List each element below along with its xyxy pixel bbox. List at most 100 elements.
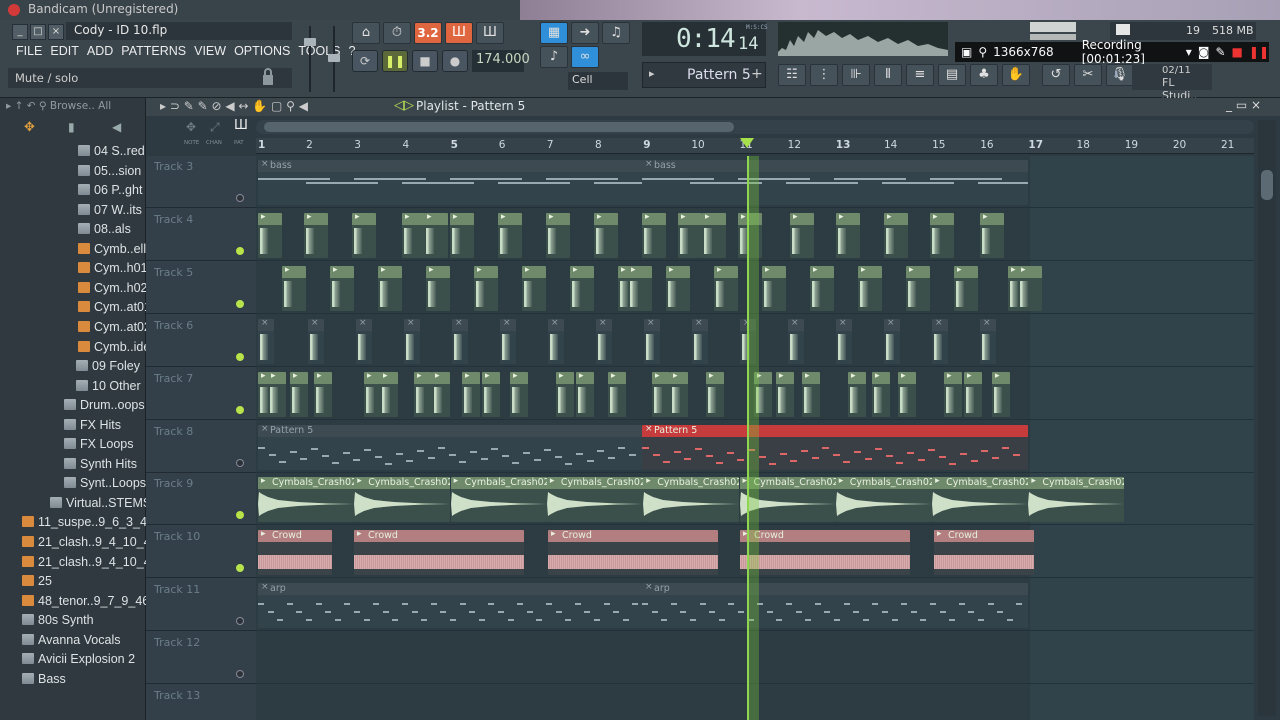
browser-item[interactable]: 11_suspe..9_6_3_49: [22, 515, 154, 535]
channel-rack-icon[interactable]: ⫴: [874, 64, 902, 86]
playlist-clip[interactable]: Crowd: [740, 530, 910, 576]
stop-button[interactable]: ■: [412, 50, 438, 72]
playlist-clip[interactable]: [314, 371, 332, 417]
playlist-clip[interactable]: [450, 212, 474, 258]
scroll-thumb[interactable]: [264, 122, 734, 132]
loop-icon[interactable]: ⟳: [352, 50, 378, 72]
file-icon[interactable]: ▮: [68, 120, 75, 134]
browser-filter[interactable]: Browse.. All: [50, 100, 111, 112]
playlist-clip[interactable]: [258, 212, 282, 258]
master-pitch-slider[interactable]: [326, 24, 342, 94]
playlist-clip[interactable]: [546, 212, 570, 258]
browser-item[interactable]: 05...sion: [78, 164, 141, 184]
playlist-clip[interactable]: Cymbals_Crash02: [450, 477, 547, 523]
playlist-clip[interactable]: [432, 371, 450, 417]
browser-item[interactable]: 07 W..its: [78, 203, 142, 223]
playlist-clip[interactable]: [522, 265, 546, 311]
menu-add[interactable]: ADD: [83, 44, 117, 63]
playlist-clip[interactable]: arp: [642, 583, 1028, 629]
browser-item[interactable]: 21_clash..9_4_10_40: [22, 535, 158, 555]
browser-item[interactable]: Synth Hits: [64, 457, 137, 477]
track-header[interactable]: Track 11: [146, 579, 256, 632]
playlist-clip[interactable]: [906, 265, 930, 311]
playlist-clip[interactable]: [570, 265, 594, 311]
playlist-clip[interactable]: [594, 212, 618, 258]
playlist-clip[interactable]: [402, 212, 426, 258]
playlist-clip[interactable]: [762, 265, 786, 311]
playlist-clip[interactable]: [482, 371, 500, 417]
playlist-clip[interactable]: Pattern 5: [642, 424, 1028, 470]
playlist-clip[interactable]: [954, 265, 978, 311]
cut-icon[interactable]: ✂: [1074, 64, 1102, 86]
playlist-clip[interactable]: [802, 371, 820, 417]
pattern-selector[interactable]: ▸ Pattern 5 +: [642, 62, 766, 88]
playlist-clip[interactable]: [548, 318, 564, 364]
playlist-clip[interactable]: [872, 371, 890, 417]
playlist-clip[interactable]: Cymbals_Crash02: [546, 477, 643, 523]
browser-item[interactable]: Cymb..ide: [78, 340, 150, 360]
playlist-clip[interactable]: [498, 212, 522, 258]
touch-keyboard-icon[interactable]: ✋: [1002, 64, 1030, 86]
playlist-icon[interactable]: ☷: [778, 64, 806, 86]
playlist-clip[interactable]: [992, 371, 1010, 417]
playlist-clip[interactable]: [776, 371, 794, 417]
browser-item[interactable]: Cym..h02: [78, 281, 148, 301]
playlist-clip[interactable]: Cymbals_Crash02: [643, 477, 740, 523]
playlist-clip[interactable]: [424, 212, 448, 258]
undo-icon[interactable]: ↺: [1042, 64, 1070, 86]
browser-item[interactable]: 04 S..red: [78, 144, 145, 164]
restore-icon[interactable]: □: [30, 24, 46, 40]
note-icon[interactable]: ♪: [540, 46, 568, 68]
playlist-clip[interactable]: bass: [642, 160, 1028, 205]
playlist-clip[interactable]: Cymbals_Crash02: [1028, 477, 1125, 523]
track-header[interactable]: Track 3: [146, 156, 256, 208]
track-mute-led[interactable]: [236, 511, 244, 520]
playlist-clip[interactable]: [268, 371, 286, 417]
playlist-clip[interactable]: [556, 371, 574, 417]
playlist-clip[interactable]: [474, 265, 498, 311]
menu-file[interactable]: FILE: [12, 44, 46, 63]
note-tool-icon[interactable]: ✥: [186, 120, 196, 134]
browser-item[interactable]: Synt..Loops: [64, 476, 146, 496]
camera-icon[interactable]: ◙: [1198, 45, 1210, 59]
playlist-clip[interactable]: Cymbals_Crash02: [258, 477, 354, 523]
browser-item[interactable]: FX Loops: [64, 437, 134, 457]
tempo-display[interactable]: 174.000: [472, 50, 530, 72]
browser-item[interactable]: Bass: [22, 672, 66, 692]
playlist-clip[interactable]: [414, 371, 432, 417]
playlist-clip[interactable]: Cymbals_Crash02: [932, 477, 1029, 523]
piano-roll-icon[interactable]: ⊪: [842, 64, 870, 86]
playlist-clip[interactable]: arp: [258, 583, 642, 629]
snap-icon[interactable]: ✥: [24, 120, 35, 135]
playlist-clip[interactable]: [858, 265, 882, 311]
horizontal-scrollbar[interactable]: [256, 120, 1254, 134]
playlist-clip[interactable]: [944, 371, 962, 417]
plugin-icon[interactable]: ♣: [970, 64, 998, 86]
browser-item[interactable]: 21_clash..9_4_10_40: [22, 555, 158, 575]
playlist-clip[interactable]: [692, 318, 708, 364]
playlist-clip[interactable]: [790, 212, 814, 258]
window-buttons[interactable]: _ ▭ ×: [1226, 98, 1261, 112]
browser-item[interactable]: 48_tenor..9_7_9_46: [22, 594, 149, 614]
playlist-clip[interactable]: [884, 212, 908, 258]
news-panel[interactable]: ⬇ 02/11 FL Studi..: [1112, 64, 1212, 102]
browser-item[interactable]: Cym..h01: [78, 261, 148, 281]
playlist-clip[interactable]: [644, 318, 660, 364]
playlist-clip[interactable]: [330, 265, 354, 311]
metronome-icon[interactable]: ⌂: [352, 22, 380, 44]
browser-item[interactable]: 06 P..ght: [78, 183, 142, 203]
playlist-clip[interactable]: [608, 371, 626, 417]
playlist-clip[interactable]: [702, 212, 726, 258]
browser-item[interactable]: 09 Foley: [76, 359, 140, 379]
browser-item[interactable]: 08..als: [78, 222, 131, 242]
browser-item[interactable]: Cymb..ell: [78, 242, 146, 262]
wait-icon[interactable]: ⏱: [383, 22, 411, 44]
playlist-clip[interactable]: [404, 318, 420, 364]
browser-item[interactable]: 80s Synth: [22, 613, 94, 633]
loop-record-icon[interactable]: Ш: [476, 22, 504, 44]
browser-item[interactable]: Avicii Explosion 2: [22, 652, 135, 672]
playlist-clip[interactable]: [810, 265, 834, 311]
track-mute-led[interactable]: [236, 299, 244, 308]
arrow-right-icon[interactable]: ➜: [571, 22, 599, 44]
channel-tool-icon[interactable]: ⤢: [210, 120, 220, 135]
